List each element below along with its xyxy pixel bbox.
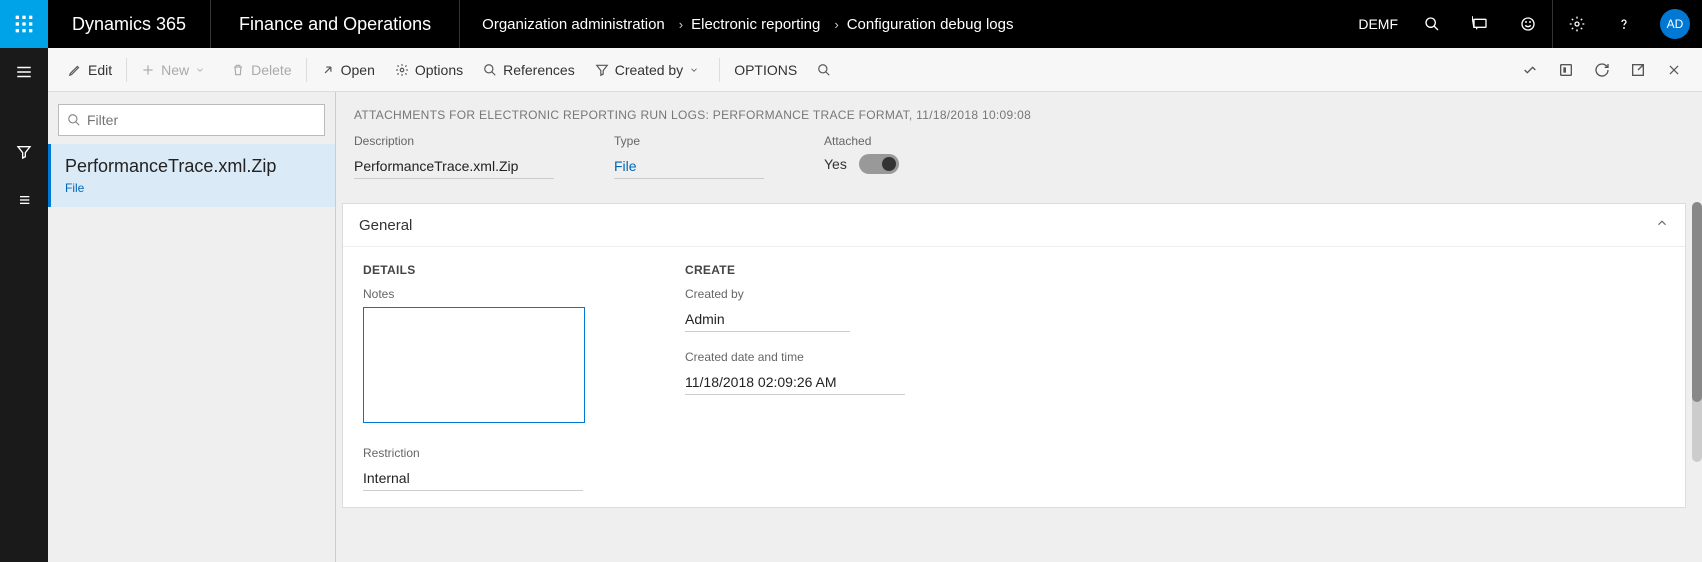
restriction-field[interactable]: Internal xyxy=(363,466,583,491)
type-field[interactable]: File xyxy=(614,154,764,179)
search-icon[interactable] xyxy=(1408,0,1456,48)
list-icon[interactable] xyxy=(0,176,48,224)
avatar[interactable]: AD xyxy=(1660,9,1690,39)
action-bar: Edit New Delete Open Options xyxy=(48,48,1702,92)
scrollbar-thumb[interactable] xyxy=(1692,202,1702,402)
edit-button[interactable]: Edit xyxy=(58,48,122,92)
details-group-label: DETAILS xyxy=(363,263,585,277)
breadcrumb-item[interactable]: Configuration debug logs xyxy=(847,16,1014,33)
messages-icon[interactable] xyxy=(1456,0,1504,48)
breadcrumb-item[interactable]: Electronic reporting xyxy=(691,16,820,33)
detail-pane: ATTACHMENTS FOR ELECTRONIC REPORTING RUN… xyxy=(336,92,1702,562)
help-icon[interactable] xyxy=(1600,0,1648,48)
createddate-label: Created date and time xyxy=(685,350,905,364)
refresh-icon[interactable] xyxy=(1584,52,1620,88)
office-icon[interactable] xyxy=(1548,52,1584,88)
page-title: ATTACHMENTS FOR ELECTRONIC REPORTING RUN… xyxy=(354,108,1690,122)
delete-button[interactable]: Delete xyxy=(221,48,301,92)
notes-label: Notes xyxy=(363,287,585,301)
description-field[interactable]: PerformanceTrace.xml.Zip xyxy=(354,154,554,179)
list-item-title: PerformanceTrace.xml.Zip xyxy=(65,156,321,177)
list-item[interactable]: PerformanceTrace.xml.Zip File xyxy=(48,144,335,207)
popout-icon[interactable] xyxy=(1620,52,1656,88)
filter-icon[interactable] xyxy=(0,128,48,176)
search-action-button[interactable] xyxy=(807,48,847,92)
filter-input[interactable] xyxy=(87,112,316,128)
options-tab-button[interactable]: OPTIONS xyxy=(724,48,807,92)
chevron-right-icon: › xyxy=(679,17,683,32)
left-rail xyxy=(0,48,48,562)
menu-icon[interactable] xyxy=(0,48,48,96)
options-button[interactable]: Options xyxy=(385,48,473,92)
createdby-label: Created by xyxy=(685,287,905,301)
attached-toggle[interactable] xyxy=(859,154,899,174)
restriction-label: Restriction xyxy=(363,446,585,460)
gear-icon[interactable] xyxy=(1552,0,1600,48)
list-item-subtitle: File xyxy=(65,181,321,195)
type-label: Type xyxy=(614,134,764,148)
search-icon xyxy=(67,113,81,127)
createdby-field: Admin xyxy=(685,307,850,332)
description-label: Description xyxy=(354,134,554,148)
create-group-label: CREATE xyxy=(685,263,905,277)
new-button[interactable]: New xyxy=(131,48,221,92)
close-icon[interactable] xyxy=(1656,52,1692,88)
attached-value: Yes xyxy=(824,156,847,172)
list-pane: PerformanceTrace.xml.Zip File xyxy=(48,92,336,562)
feedback-icon[interactable] xyxy=(1504,0,1552,48)
notes-input[interactable] xyxy=(363,307,585,423)
company-label[interactable]: DEMF xyxy=(1358,16,1398,32)
open-button[interactable]: Open xyxy=(311,48,385,92)
general-panel-header[interactable]: General xyxy=(343,204,1685,247)
breadcrumb-item[interactable]: Organization administration xyxy=(482,16,665,33)
createddate-field: 11/18/2018 02:09:26 AM xyxy=(685,370,905,395)
personalize-icon[interactable] xyxy=(1512,52,1548,88)
filter-input-wrapper[interactable] xyxy=(58,104,325,136)
top-bar: Dynamics 365 Finance and Operations Orga… xyxy=(0,0,1702,48)
general-panel: General DETAILS Notes xyxy=(342,203,1686,508)
app-launcher-icon[interactable] xyxy=(0,0,48,48)
module-label[interactable]: Finance and Operations xyxy=(211,0,460,48)
createdby-filter-button[interactable]: Created by xyxy=(585,48,715,92)
brand-label[interactable]: Dynamics 365 xyxy=(48,0,211,48)
references-button[interactable]: References xyxy=(473,48,585,92)
attached-label: Attached xyxy=(824,134,899,148)
chevron-right-icon: › xyxy=(834,17,838,32)
chevron-up-icon xyxy=(1655,216,1669,234)
breadcrumb: Organization administration › Electronic… xyxy=(460,16,1021,33)
